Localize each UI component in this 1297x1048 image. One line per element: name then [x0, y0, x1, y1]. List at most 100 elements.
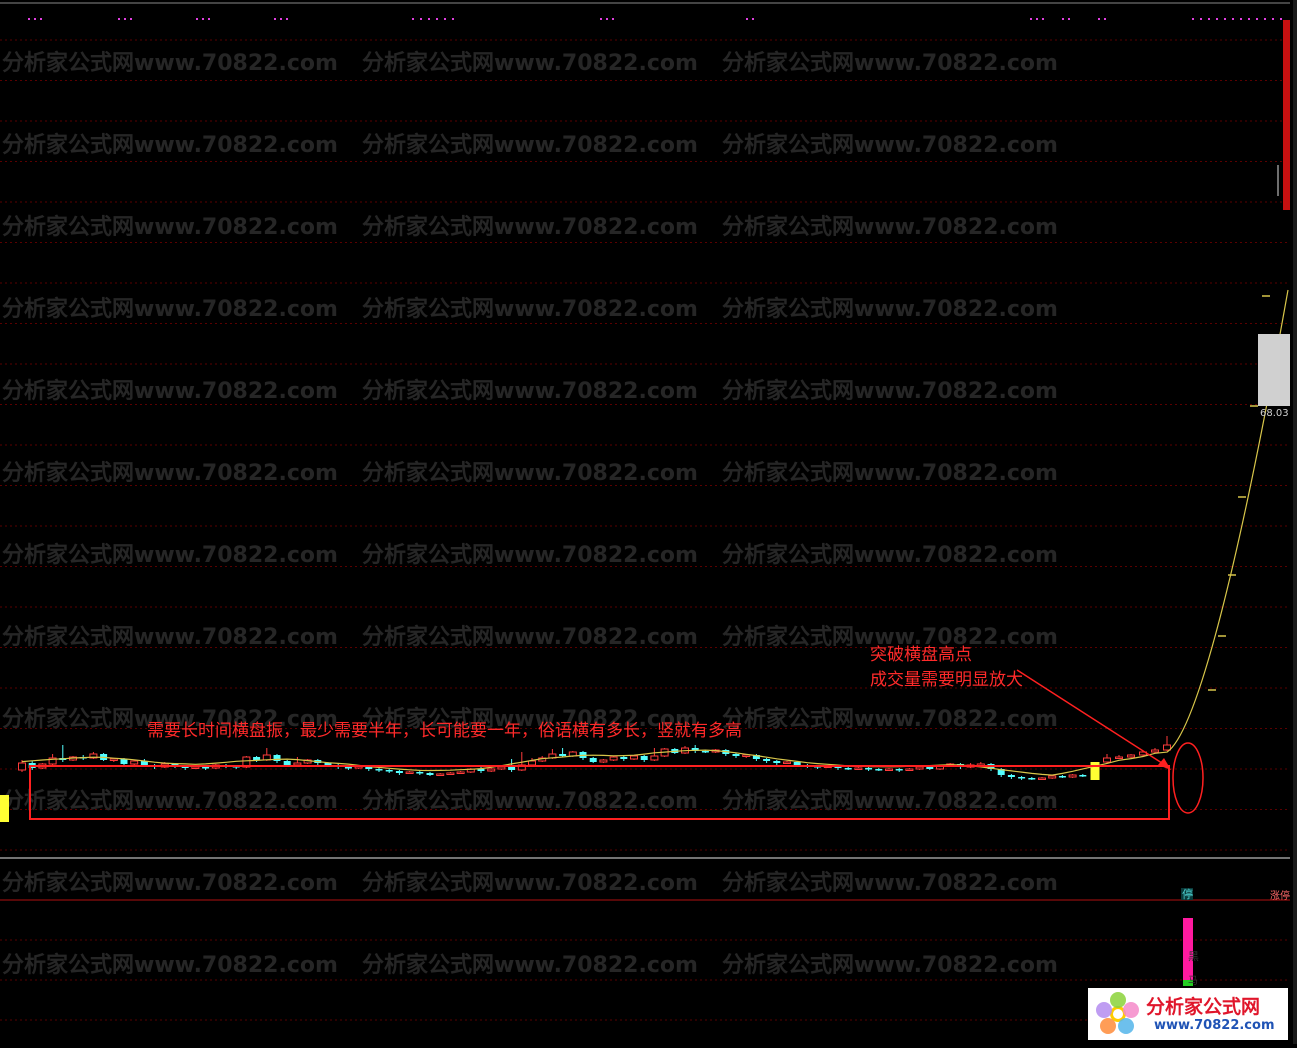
- breakout-ellipse: [1172, 742, 1204, 814]
- top-marker-dot: [124, 18, 126, 20]
- logo-title: 分析家公式网: [1146, 996, 1261, 1018]
- watermark-text: 分析家公式网www.70822.com: [2, 952, 338, 978]
- candle: [487, 768, 496, 772]
- top-marker-dot: [1232, 18, 1234, 20]
- watermark-text: 分析家公式网www.70822.com: [2, 542, 338, 568]
- watermark-text: 分析家公式网www.70822.com: [722, 50, 1058, 76]
- top-marker-dot: [1068, 18, 1070, 20]
- limit-up-bar: [1283, 20, 1290, 210]
- candle: [885, 768, 893, 771]
- watermark-text: 分析家公式网www.70822.com: [362, 296, 698, 322]
- candle: [763, 759, 771, 761]
- candle: [395, 771, 403, 773]
- watermark-text: 分析家公式网www.70822.com: [722, 788, 1058, 814]
- watermark-text: 分析家公式网www.70822.com: [2, 788, 338, 814]
- watermark-text: 分析家公式网www.70822.com: [722, 870, 1058, 896]
- watermark-text: 分析家公式网www.70822.com: [362, 870, 698, 896]
- watermark-text: 分析家公式网www.70822.com: [2, 460, 338, 486]
- watermark-layer: 分析家公式网www.70822.com 分析家公式网www.70822.com 分析…: [2, 50, 1058, 978]
- top-marker-dot: [1224, 18, 1226, 20]
- top-marker-dot: [208, 18, 210, 20]
- candle: [109, 758, 118, 761]
- top-marker-dot: [1264, 18, 1266, 20]
- candle: [405, 771, 414, 774]
- site-logo[interactable]: 分析家公式网 www.70822.com: [1088, 988, 1288, 1040]
- moving-average-line: [21, 289, 1289, 776]
- top-marker-dot: [746, 18, 748, 20]
- top-marker-dot: [1240, 18, 1242, 20]
- watermark-text: 分析家公式网www.70822.com: [722, 296, 1058, 322]
- candle: [508, 767, 516, 770]
- breakout-candle: [1151, 749, 1159, 753]
- candle: [191, 766, 200, 769]
- top-marker-dot: [196, 18, 198, 20]
- right-frame-edge: [1293, 0, 1297, 1044]
- top-marker-dots: [28, 18, 1282, 20]
- top-marker-dot: [286, 18, 288, 20]
- top-marker-dot: [118, 18, 120, 20]
- candle: [385, 770, 393, 772]
- watermark-text: 分析家公式网www.70822.com: [362, 952, 698, 978]
- top-marker-dot: [1098, 18, 1100, 20]
- consolidation-annotation: 需要长时间横盘振，最少需要半年，长可能要一年，俗语横有多长，竖就有多高: [147, 721, 742, 741]
- watermark-text: 分析家公式网www.70822.com: [2, 132, 338, 158]
- candle: [1079, 775, 1087, 777]
- watermark-text: 分析家公式网www.70822.com: [362, 132, 698, 158]
- candle: [426, 773, 434, 775]
- watermark-text: 分析家公式网www.70822.com: [722, 952, 1058, 978]
- candle: [905, 768, 914, 771]
- top-marker-dot: [1042, 18, 1044, 20]
- candle: [1018, 777, 1026, 779]
- candle: [599, 759, 608, 763]
- top-marker-dot: [1036, 18, 1038, 20]
- top-marker-dot: [1248, 18, 1250, 20]
- candle: [732, 754, 740, 756]
- top-marker-dot: [412, 18, 414, 20]
- top-marker-dot: [40, 18, 42, 20]
- top-marker-dot: [1200, 18, 1202, 20]
- candle: [253, 757, 261, 760]
- candle: [456, 771, 465, 774]
- candle: [640, 756, 648, 760]
- candle: [630, 755, 638, 760]
- candle: [854, 767, 863, 770]
- breakout-candle: [1115, 756, 1123, 759]
- watermark-text: 分析家公式网www.70822.com: [722, 214, 1058, 240]
- candle: [589, 758, 597, 762]
- breakout-annotation-line2: 成交量需要明显放大: [870, 670, 1023, 690]
- candle: [865, 768, 873, 770]
- watermark-text: 分析家公式网www.70822.com: [362, 378, 698, 404]
- top-marker-dot: [34, 18, 36, 20]
- volume-bar: [1258, 334, 1290, 406]
- candle: [793, 762, 801, 765]
- candle: [1028, 778, 1036, 780]
- top-marker-dot: [1216, 18, 1218, 20]
- ma-tag: 马: [1188, 976, 1198, 987]
- candle: [497, 766, 506, 770]
- watermark-text: 分析家公式网www.70822.com: [2, 50, 338, 76]
- candle: [446, 772, 455, 775]
- price-axis-label: 68.03: [1260, 408, 1289, 419]
- candle: [609, 756, 618, 761]
- candle: [273, 755, 281, 761]
- top-marker-dot: [1104, 18, 1106, 20]
- top-marker-dot: [28, 18, 30, 20]
- watermark-text: 分析家公式网www.70822.com: [2, 870, 338, 896]
- candle: [130, 760, 139, 765]
- breakout-start-candle: [1090, 762, 1100, 780]
- top-marker-dot: [1192, 18, 1194, 20]
- candle: [875, 769, 883, 771]
- black-tag: 黑: [1188, 950, 1199, 963]
- watermark-text: 分析家公式网www.70822.com: [722, 706, 1058, 732]
- top-marker-dot: [600, 18, 602, 20]
- candle: [1068, 774, 1077, 778]
- top-marker-dot: [420, 18, 422, 20]
- edge-highlight-candle: [0, 795, 9, 822]
- candle: [202, 767, 210, 769]
- watermark-text: 分析家公式网www.70822.com: [722, 132, 1058, 158]
- top-marker-dot: [280, 18, 282, 20]
- watermark-text: 分析家公式网www.70822.com: [722, 378, 1058, 404]
- candle: [375, 769, 383, 771]
- top-marker-dot: [752, 18, 754, 20]
- candle: [1048, 775, 1057, 779]
